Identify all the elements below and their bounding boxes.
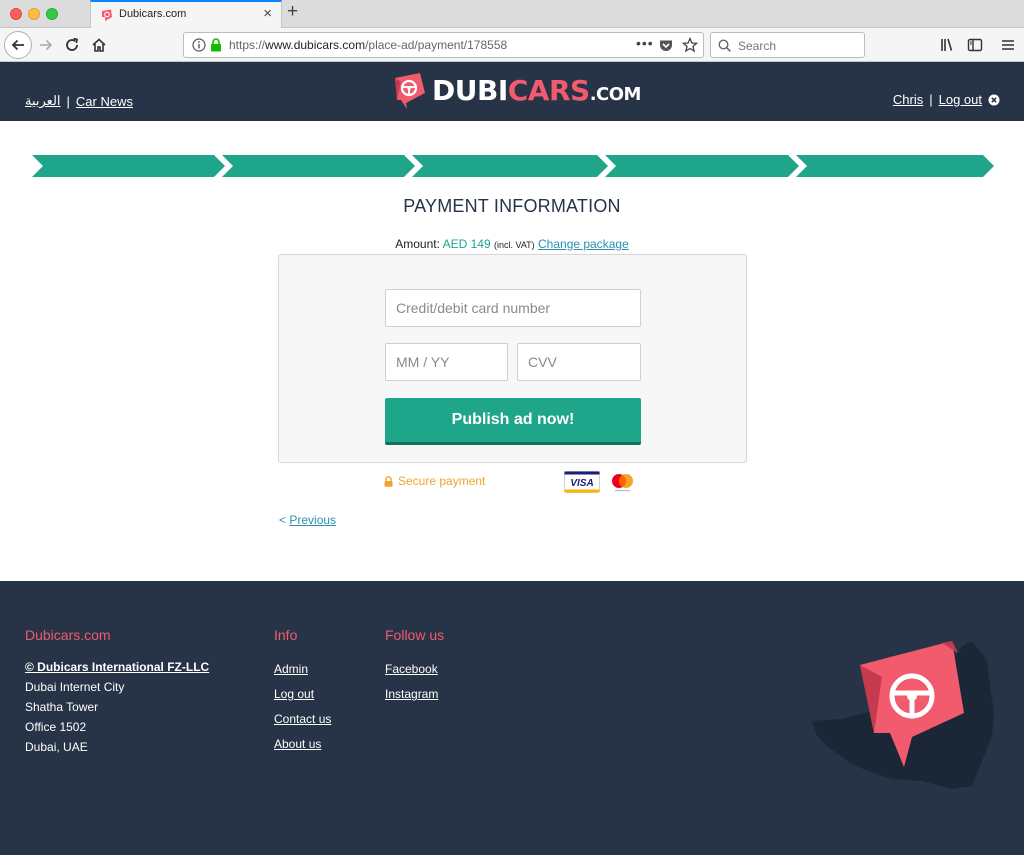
secure-payment-label: Secure payment bbox=[398, 474, 486, 488]
info-icon[interactable] bbox=[192, 38, 206, 52]
logout-link[interactable]: Log out bbox=[939, 92, 982, 107]
previous-nav: < Previous bbox=[279, 513, 336, 527]
url-bar[interactable]: https://www.dubicars.com/place-ad/paymen… bbox=[183, 32, 704, 58]
browser-tab-bar: Dubicars.com × + bbox=[0, 0, 1024, 28]
amount-value: AED 149 bbox=[442, 237, 491, 251]
url-path: /place-ad/payment/178558 bbox=[365, 38, 508, 52]
footer-address-line: Shatha Tower bbox=[25, 700, 99, 714]
footer-address-line: Dubai Internet City bbox=[25, 680, 125, 694]
footer-company-heading: Dubicars.com bbox=[25, 627, 111, 643]
footer-link-logout[interactable]: Log out bbox=[274, 682, 331, 707]
payment-form: Publish ad now! bbox=[278, 254, 747, 463]
footer-link-contact[interactable]: Contact us bbox=[274, 707, 331, 732]
progress-step-2 bbox=[222, 155, 415, 177]
amount-label: Amount: bbox=[395, 237, 440, 251]
change-package-link[interactable]: Change package bbox=[538, 237, 629, 251]
previous-link[interactable]: Previous bbox=[289, 513, 336, 527]
page-actions-icon[interactable]: ••• bbox=[636, 35, 654, 51]
arabic-language-link[interactable]: العربية bbox=[25, 93, 61, 109]
header-right-links: Chris | Log out bbox=[893, 92, 1000, 107]
car-news-link[interactable]: Car News bbox=[76, 94, 133, 109]
hamburger-menu-icon bbox=[1002, 40, 1014, 50]
header-left-links: العربية | Car News bbox=[25, 93, 133, 109]
forward-arrow-icon bbox=[40, 39, 53, 51]
cvv-input[interactable] bbox=[517, 343, 641, 381]
site-footer: Dubicars.com © Dubicars International FZ… bbox=[0, 581, 1024, 855]
vat-note: (incl. VAT) bbox=[493, 240, 535, 250]
footer-copyright-link[interactable]: © Dubicars International FZ-LLC bbox=[25, 657, 209, 677]
logout-close-icon[interactable] bbox=[988, 94, 1000, 106]
footer-address-line: Dubai, UAE bbox=[25, 740, 88, 754]
home-icon bbox=[92, 38, 106, 52]
progress-step-5 bbox=[796, 155, 994, 177]
forward-button[interactable] bbox=[34, 33, 58, 57]
library-button[interactable] bbox=[935, 33, 959, 57]
publish-ad-button[interactable]: Publish ad now! bbox=[385, 398, 641, 445]
card-number-input[interactable] bbox=[385, 289, 641, 327]
user-profile-link[interactable]: Chris bbox=[893, 92, 923, 107]
previous-prefix: < bbox=[279, 513, 287, 527]
lock-icon bbox=[211, 38, 221, 52]
mastercard-icon bbox=[612, 474, 633, 492]
tab-title: Dubicars.com bbox=[119, 8, 187, 20]
tab-close-icon[interactable]: × bbox=[263, 6, 272, 21]
star-icon[interactable] bbox=[682, 37, 698, 53]
footer-info-heading: Info bbox=[274, 627, 298, 643]
visa-text: VISA bbox=[570, 478, 593, 489]
url-host: www.dubicars.com bbox=[265, 38, 366, 52]
site-logo[interactable]: DUBICARS.COM bbox=[392, 72, 641, 110]
page-title: PAYMENT INFORMATION bbox=[403, 196, 621, 216]
footer-info-column: Info Admin Log out Contact us About us bbox=[274, 627, 331, 757]
new-tab-icon[interactable]: + bbox=[287, 2, 298, 21]
home-button[interactable] bbox=[87, 33, 111, 57]
url-scheme: https:// bbox=[229, 38, 266, 52]
footer-address-line: Office 1502 bbox=[25, 720, 87, 734]
secure-payment-note: Secure payment bbox=[384, 474, 485, 488]
footer-link-admin[interactable]: Admin bbox=[274, 657, 331, 682]
reload-icon bbox=[66, 37, 79, 51]
browser-tab[interactable]: Dubicars.com × bbox=[90, 0, 282, 28]
visa-icon: VISA bbox=[564, 471, 600, 493]
sidebar-toggle-button[interactable] bbox=[963, 33, 987, 57]
separator: | bbox=[66, 93, 70, 109]
library-icon bbox=[941, 38, 953, 51]
reload-button[interactable] bbox=[60, 33, 84, 57]
window-zoom-button[interactable] bbox=[46, 8, 58, 20]
progress-step-1 bbox=[32, 155, 225, 177]
progress-step-3 bbox=[412, 155, 608, 177]
amount-line: Amount: AED 149 (incl. VAT) Change packa… bbox=[0, 237, 1024, 251]
menu-button[interactable] bbox=[996, 33, 1020, 57]
logo-wordmark: DUBICARS.COM bbox=[432, 77, 641, 105]
url-text: https://www.dubicars.com/place-ad/paymen… bbox=[229, 38, 507, 52]
separator: | bbox=[929, 92, 933, 107]
logo-suffix-text: .COM bbox=[589, 84, 642, 105]
logo-accent-text: CARS bbox=[507, 74, 590, 107]
sidebar-icon bbox=[967, 38, 983, 52]
progress-steps bbox=[32, 155, 994, 177]
search-bar[interactable]: Search bbox=[710, 32, 865, 58]
padlock-icon bbox=[384, 475, 393, 487]
search-placeholder: Search bbox=[738, 39, 777, 53]
footer-link-facebook[interactable]: Facebook bbox=[385, 657, 444, 682]
footer-link-instagram[interactable]: Instagram bbox=[385, 682, 444, 707]
browser-nav-bar: https://www.dubicars.com/place-ad/paymen… bbox=[0, 28, 1024, 62]
footer-company-column: Dubicars.com © Dubicars International FZ… bbox=[25, 627, 209, 757]
expiry-input[interactable] bbox=[385, 343, 508, 381]
search-icon bbox=[718, 39, 731, 52]
steering-wheel-icon bbox=[395, 73, 425, 109]
window-minimize-button[interactable] bbox=[28, 8, 40, 20]
back-arrow-icon bbox=[11, 39, 24, 51]
footer-link-about[interactable]: About us bbox=[274, 732, 331, 757]
uae-map-logo-graphic bbox=[812, 641, 994, 789]
progress-step-4 bbox=[605, 155, 799, 177]
window-close-button[interactable] bbox=[10, 8, 22, 20]
footer-follow-column: Follow us Facebook Instagram bbox=[385, 627, 444, 707]
footer-follow-heading: Follow us bbox=[385, 627, 445, 643]
dubicars-favicon-icon bbox=[102, 9, 112, 21]
pocket-icon[interactable] bbox=[659, 39, 673, 52]
logo-main-text: DUBI bbox=[432, 74, 508, 107]
back-button[interactable] bbox=[4, 31, 32, 59]
